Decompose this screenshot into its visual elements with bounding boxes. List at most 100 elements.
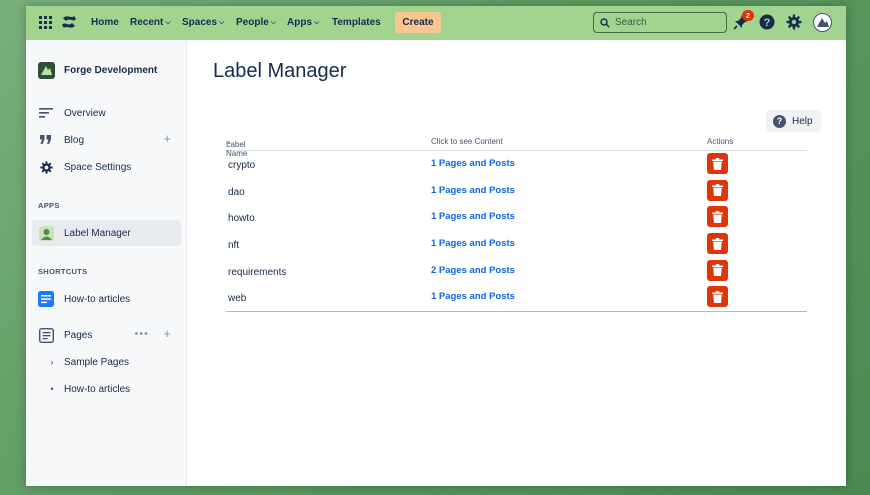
nav-apps-label: Apps bbox=[287, 17, 312, 28]
label-name-cell: web bbox=[228, 293, 247, 305]
page-tree-item-howto-articles[interactable]: • How-to articles bbox=[46, 379, 130, 399]
apps-section-heading: APPS bbox=[38, 201, 60, 210]
trash-icon bbox=[712, 157, 723, 170]
sidebar-item-howto-shortcut[interactable]: How-to articles bbox=[32, 286, 181, 312]
sidebar-item-label: Blog bbox=[64, 134, 85, 146]
help-button[interactable]: ? Help bbox=[766, 110, 821, 132]
delete-label-button[interactable] bbox=[707, 233, 728, 255]
nav-home[interactable]: Home bbox=[91, 6, 119, 40]
nav-people-dropdown[interactable]: People ⌵ bbox=[236, 6, 276, 40]
label-name-cell: crypto bbox=[228, 160, 256, 171]
nav-people-label: People bbox=[236, 17, 269, 28]
bullet-icon: • bbox=[50, 384, 54, 394]
trash-icon bbox=[712, 290, 723, 303]
nav-recent-dropdown[interactable]: Recent ⌵ bbox=[130, 6, 171, 40]
search-icon bbox=[600, 17, 610, 28]
nav-templates[interactable]: Templates bbox=[332, 6, 381, 40]
label-manager-app-icon bbox=[36, 225, 56, 241]
svg-text:?: ? bbox=[764, 17, 771, 29]
table-row: dao 1 Pages and Posts bbox=[226, 178, 807, 205]
table-row: crypto 1 Pages and Posts bbox=[226, 151, 807, 178]
top-navigation: Home Recent ⌵ Spaces ⌵ People ⌵ Apps ⌵ Templ… bbox=[26, 6, 846, 40]
delete-label-button[interactable] bbox=[707, 206, 728, 228]
content-link[interactable]: 1 Pages and Posts bbox=[431, 238, 515, 249]
settings-gear-icon[interactable] bbox=[786, 14, 804, 32]
page-tree-label: How-to articles bbox=[64, 383, 131, 395]
trash-icon bbox=[712, 237, 723, 250]
chevron-down-icon: ⌵ bbox=[314, 19, 320, 26]
sidebar-item-label: Space Settings bbox=[64, 161, 132, 173]
label-name-cell: howto bbox=[228, 213, 255, 225]
space-logo-icon bbox=[36, 61, 56, 79]
label-name-cell: dao bbox=[228, 186, 245, 198]
column-header-content: Click to see Content bbox=[431, 137, 503, 146]
page-title: Label Manager bbox=[213, 60, 347, 82]
labels-table: Label Name ▲ Click to see Content Action… bbox=[226, 134, 807, 313]
table-row: web 1 Pages and Posts bbox=[226, 284, 807, 311]
space-sidebar: Forge Development Overview Blog + Space … bbox=[26, 40, 187, 486]
content-link[interactable]: 1 Pages and Posts bbox=[431, 211, 515, 222]
table-row: nft 1 Pages and Posts bbox=[226, 231, 807, 258]
table-bottom-divider bbox=[226, 311, 807, 313]
content-link[interactable]: 2 Pages and Posts bbox=[431, 265, 515, 276]
sidebar-item-label: Overview bbox=[64, 107, 106, 119]
table-header: Label Name ▲ Click to see Content Action… bbox=[226, 134, 807, 158]
sidebar-item-label: Label Manager bbox=[64, 227, 131, 239]
more-dots-icon[interactable]: ••• bbox=[134, 328, 149, 340]
notification-count-badge: 2 bbox=[742, 10, 754, 21]
add-blog-plus-icon[interactable]: + bbox=[163, 132, 171, 145]
pages-icon bbox=[36, 327, 56, 343]
page-tree-item-sample-pages[interactable]: › Sample Pages bbox=[46, 352, 130, 372]
nav-apps-dropdown[interactable]: Apps ⌵ bbox=[287, 6, 319, 40]
trash-icon bbox=[712, 184, 723, 197]
delete-label-button[interactable] bbox=[707, 153, 728, 174]
search-box[interactable] bbox=[593, 12, 727, 33]
table-row: howto 1 Pages and Posts bbox=[226, 204, 807, 231]
shortcuts-section-heading: SHORTCUTS bbox=[38, 267, 88, 276]
app-switcher-icon[interactable] bbox=[39, 16, 52, 29]
help-button-label: Help bbox=[792, 115, 813, 127]
sidebar-item-label-manager[interactable]: Label Manager bbox=[32, 220, 181, 246]
page-tree-label: Sample Pages bbox=[64, 356, 130, 368]
overview-lines-icon bbox=[36, 107, 56, 119]
chevron-down-icon: ⌵ bbox=[270, 19, 277, 26]
document-icon bbox=[36, 291, 56, 307]
trash-icon bbox=[712, 264, 723, 277]
sidebar-item-blog[interactable]: Blog + bbox=[32, 127, 181, 153]
nav-spaces-label: Spaces bbox=[182, 17, 218, 28]
delete-label-button[interactable] bbox=[707, 259, 728, 281]
sort-arrow-icon: ▲ bbox=[226, 140, 232, 146]
browser-window: Home Recent ⌵ Spaces ⌵ People ⌵ Apps ⌵ Templ… bbox=[26, 6, 846, 486]
add-page-plus-icon[interactable]: + bbox=[163, 327, 171, 340]
help-icon[interactable]: ? bbox=[759, 14, 777, 32]
space-name: Forge Development bbox=[64, 64, 158, 76]
sidebar-item-overview[interactable]: Overview bbox=[32, 100, 181, 126]
settings-gear-icon bbox=[36, 160, 56, 174]
confluence-logo-icon[interactable] bbox=[61, 14, 77, 30]
user-avatar[interactable] bbox=[813, 13, 832, 32]
chevron-down-icon: ⌵ bbox=[219, 19, 225, 26]
content-link[interactable]: 1 Pages and Posts bbox=[431, 158, 515, 169]
table-body: crypto 1 Pages and Posts dao 1 Pages and… bbox=[226, 151, 807, 311]
create-button[interactable]: Create bbox=[395, 12, 441, 33]
sidebar-item-label: How-to articles bbox=[64, 293, 131, 305]
nav-recent-label: Recent bbox=[130, 17, 164, 28]
chevron-down-icon: ⌵ bbox=[165, 19, 171, 26]
sidebar-item-pages[interactable]: Pages ••• + bbox=[32, 322, 181, 348]
sidebar-item-label: Pages bbox=[64, 329, 93, 341]
column-header-actions: Actions bbox=[707, 137, 734, 146]
delete-label-button[interactable] bbox=[707, 286, 728, 308]
sidebar-item-space-settings[interactable]: Space Settings bbox=[32, 154, 181, 180]
table-row: requirements 2 Pages and Posts bbox=[226, 258, 807, 285]
trash-icon bbox=[712, 210, 723, 223]
chevron-right-icon[interactable]: › bbox=[46, 357, 58, 367]
search-input[interactable] bbox=[615, 17, 715, 28]
space-header[interactable]: Forge Development bbox=[32, 57, 181, 83]
content-link[interactable]: 1 Pages and Posts bbox=[431, 291, 515, 302]
label-name-cell: requirements bbox=[228, 266, 287, 278]
delete-label-button[interactable] bbox=[707, 179, 728, 201]
quote-icon bbox=[36, 135, 56, 145]
content-link[interactable]: 1 Pages and Posts bbox=[431, 185, 515, 196]
nav-spaces-dropdown[interactable]: Spaces ⌵ bbox=[182, 6, 224, 40]
label-name-cell: nft bbox=[228, 240, 240, 252]
